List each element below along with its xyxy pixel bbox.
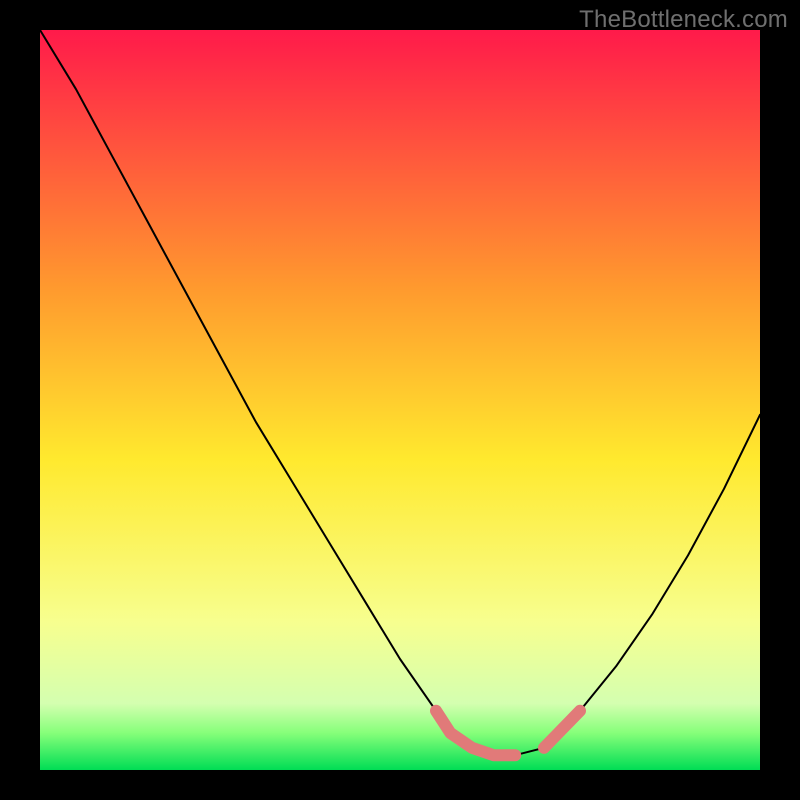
watermark-text: TheBottleneck.com: [579, 6, 788, 34]
plot-area: [40, 30, 760, 770]
chart-frame: TheBottleneck.com: [0, 0, 800, 800]
bottleneck-chart: [40, 30, 760, 770]
